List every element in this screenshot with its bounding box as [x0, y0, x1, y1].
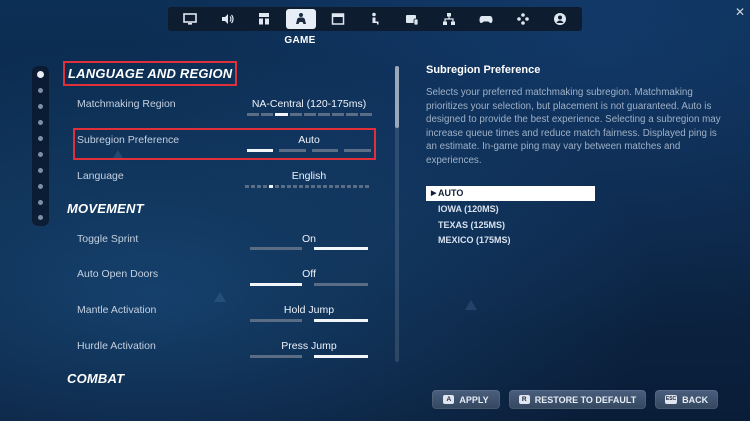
- detail-panel-description: Selects your preferred matchmaking subre…: [426, 87, 721, 166]
- close-icon[interactable]: ✕: [733, 5, 747, 19]
- tab-ui[interactable]: [249, 9, 279, 29]
- subregion-option-label: AUTO: [438, 188, 464, 198]
- setting-label-matchmaking-region: Matchmaking Region: [77, 98, 176, 110]
- setting-label-auto-open-doors: Auto Open Doors: [77, 268, 159, 280]
- nav-dot[interactable]: [38, 104, 43, 109]
- tab-accessibility[interactable]: [360, 9, 390, 29]
- mantle-activation-selector[interactable]: [250, 319, 368, 322]
- language-selector[interactable]: [245, 185, 373, 188]
- gamepad-icon: [479, 16, 493, 23]
- section-header-language-region: LANGUAGE AND REGION: [62, 61, 238, 86]
- nav-dot[interactable]: [38, 168, 43, 173]
- caret-right-icon: ▶: [431, 190, 437, 197]
- key-a-icon: A: [443, 395, 455, 404]
- subregion-option[interactable]: IOWA (120MS): [426, 202, 595, 217]
- setting-label-subregion-preference: Subregion Preference: [77, 134, 180, 146]
- game-controller-person-icon: [296, 13, 307, 24]
- subregion-options-list: ▶ AUTO IOWA (120MS) TEXAS (125MS) MEXICO …: [426, 186, 595, 249]
- setting-label-toggle-sprint: Toggle Sprint: [77, 233, 139, 245]
- subregion-option[interactable]: MEXICO (175MS): [426, 233, 595, 248]
- tab-network[interactable]: [434, 9, 464, 29]
- network-icon: [442, 13, 455, 25]
- back-button-label: BACK: [682, 394, 709, 405]
- person-accessibility-icon: [372, 12, 379, 25]
- nav-dot[interactable]: [37, 71, 44, 78]
- nav-dot[interactable]: [38, 215, 43, 220]
- nav-dot[interactable]: [38, 88, 43, 93]
- setting-label-language: Language: [77, 170, 124, 182]
- apply-button-label: APPLY: [459, 394, 489, 405]
- setting-value-matchmaking-region[interactable]: NA-Central (120-175ms): [246, 98, 372, 110]
- speaker-icon: [222, 14, 234, 24]
- tab-video[interactable]: [175, 9, 205, 29]
- settings-tab-bar: [168, 7, 582, 31]
- background-decoration: [214, 292, 226, 302]
- nav-dot[interactable]: [38, 200, 43, 205]
- nav-dot[interactable]: [38, 152, 43, 157]
- subregion-option[interactable]: TEXAS (125MS): [426, 218, 595, 233]
- active-tab-label: GAME: [284, 35, 316, 46]
- subregion-option[interactable]: ▶ AUTO: [426, 186, 595, 201]
- apply-button[interactable]: A APPLY: [432, 390, 500, 409]
- key-esc-icon: ESC: [664, 395, 678, 404]
- detail-panel-title: Subregion Preference: [426, 64, 541, 76]
- setting-label-mantle-activation: Mantle Activation: [77, 304, 157, 316]
- account-icon: [553, 13, 566, 25]
- tab-window[interactable]: [323, 9, 353, 29]
- setting-value-mantle-activation[interactable]: Hold Jump: [246, 304, 372, 316]
- monitor-icon: [183, 13, 198, 25]
- settings-scrollbar-thumb[interactable]: [395, 66, 399, 128]
- toggle-sprint-selector[interactable]: [250, 247, 368, 250]
- subregion-option-label: MEXICO (175MS): [438, 235, 511, 246]
- tab-touch[interactable]: [508, 9, 538, 29]
- setting-value-subregion-preference[interactable]: Auto: [246, 134, 372, 146]
- hurdle-activation-selector[interactable]: [250, 355, 368, 358]
- setting-value-toggle-sprint[interactable]: On: [246, 233, 372, 245]
- nav-dot[interactable]: [38, 136, 43, 141]
- window-icon: [331, 13, 345, 25]
- dpad-icon: [516, 13, 529, 25]
- auto-open-doors-selector[interactable]: [250, 283, 368, 286]
- tab-input[interactable]: [397, 9, 427, 29]
- nav-dot[interactable]: [38, 184, 43, 189]
- setting-value-auto-open-doors[interactable]: Off: [246, 268, 372, 280]
- nav-dot[interactable]: [38, 120, 43, 125]
- key-r-icon: R: [518, 395, 530, 404]
- setting-value-hurdle-activation[interactable]: Press Jump: [246, 340, 372, 352]
- section-header-combat: COMBAT: [67, 371, 125, 386]
- subregion-option-label: TEXAS (125MS): [438, 219, 506, 230]
- tab-audio[interactable]: [212, 9, 242, 29]
- setting-label-hurdle-activation: Hurdle Activation: [77, 340, 156, 352]
- subregion-option-label: IOWA (120MS): [438, 203, 499, 214]
- background-decoration: [465, 300, 477, 310]
- setting-value-language[interactable]: English: [246, 170, 372, 182]
- section-nav-rail: [32, 66, 49, 226]
- tab-game[interactable]: [286, 9, 317, 29]
- restore-default-button-label: RESTORE TO DEFAULT: [534, 394, 637, 405]
- back-button[interactable]: ESC BACK: [655, 390, 718, 409]
- subregion-preference-selector[interactable]: [247, 149, 372, 152]
- tab-controller[interactable]: [471, 9, 501, 29]
- section-header-movement: MOVEMENT: [67, 201, 144, 216]
- matchmaking-region-selector[interactable]: [247, 113, 372, 116]
- input-device-icon: [405, 15, 419, 26]
- ui-layout-icon: [259, 13, 270, 25]
- tab-account[interactable]: [545, 9, 575, 29]
- restore-default-button[interactable]: R RESTORE TO DEFAULT: [509, 390, 646, 409]
